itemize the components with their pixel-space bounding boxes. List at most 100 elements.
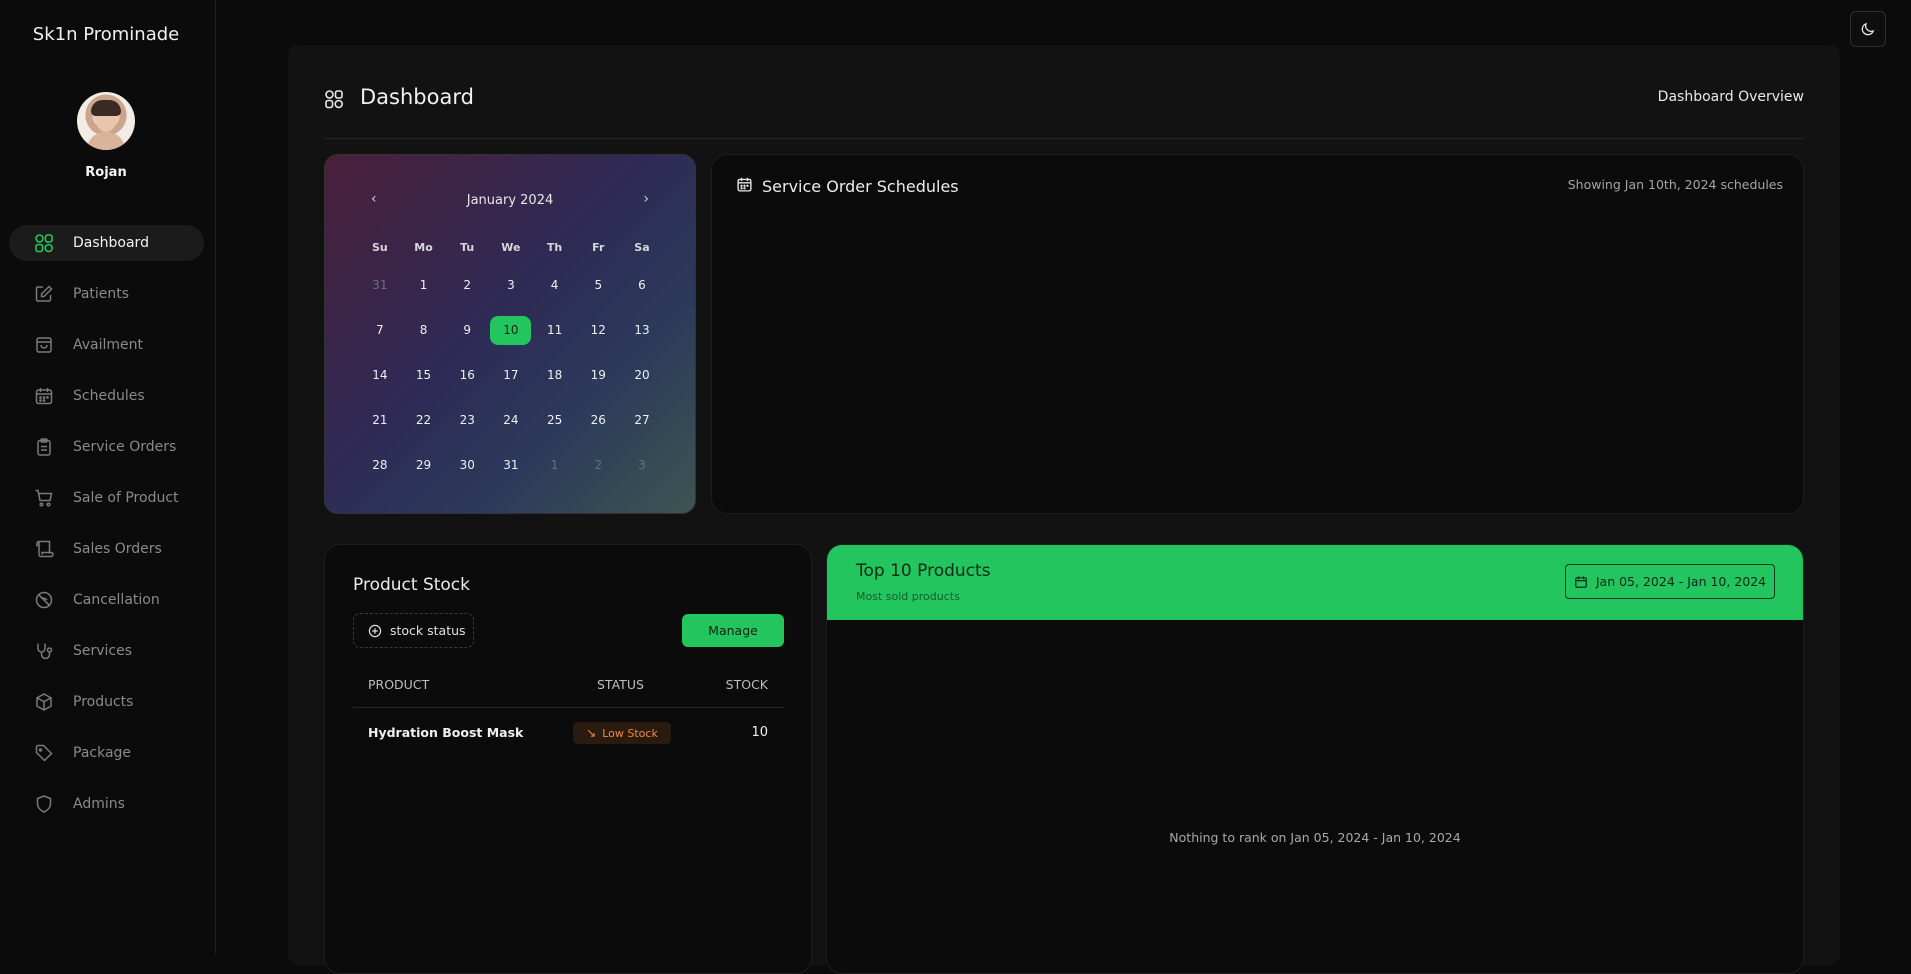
status-badge-label: Low Stock xyxy=(602,726,658,740)
calendar-day-label: 29 xyxy=(415,458,432,472)
sidebar-item-label: Admins xyxy=(73,796,125,812)
calendar-day-label: 3 xyxy=(638,458,646,472)
edit-icon xyxy=(35,285,53,302)
calendar-day[interactable]: 8 xyxy=(402,308,446,353)
calendar-day-label: 17 xyxy=(503,368,519,382)
calendar-day[interactable]: 23 xyxy=(445,398,489,443)
sidebar-item-services[interactable]: Services xyxy=(9,633,204,669)
stethoscope-icon xyxy=(37,643,53,660)
calendar-day[interactable]: 20 xyxy=(620,353,664,398)
empty-state-message: Nothing to rank on Jan 05, 2024 - Jan 10… xyxy=(1169,830,1461,845)
sidebar-item-admins[interactable]: Admins xyxy=(9,786,204,822)
calendar-day[interactable]: 1 xyxy=(533,443,577,488)
tag-icon xyxy=(35,744,53,762)
calendar-day[interactable]: 25 xyxy=(533,398,577,443)
top-products-title: Top 10 Products xyxy=(856,561,991,581)
sidebar-item-schedules[interactable]: Schedules xyxy=(9,378,204,414)
sidebar-item-label: Service Orders xyxy=(73,439,177,455)
dashboard-icon xyxy=(35,234,53,253)
calendar-day[interactable]: 4 xyxy=(533,263,577,308)
calendar-day[interactable]: 9 xyxy=(445,308,489,353)
sidebar-item-label: Sales Orders xyxy=(73,541,162,557)
column-header-product[interactable]: PRODUCT xyxy=(368,677,429,692)
column-header-stock[interactable]: STOCK xyxy=(726,677,768,692)
table-divider xyxy=(353,707,784,708)
calendar-day[interactable]: 3 xyxy=(620,443,664,488)
calendar-day[interactable]: 7 xyxy=(358,308,402,353)
calendar-day[interactable]: 12 xyxy=(576,308,620,353)
calendar-day[interactable]: 3 xyxy=(489,263,533,308)
calendar-day-label: 2 xyxy=(594,458,603,472)
calendar-day-selected[interactable]: 10 xyxy=(489,308,533,353)
box-icon xyxy=(36,693,52,711)
sidebar-item-patients[interactable]: Patients xyxy=(9,276,204,312)
main-panel: Dashboard Dashboard Overview ‹ January 2… xyxy=(288,45,1840,974)
calendar-day[interactable]: 31 xyxy=(489,443,533,488)
calendar-weekday: We xyxy=(501,241,521,254)
calendar-day[interactable]: 26 xyxy=(576,398,620,443)
dashboard-icon xyxy=(325,90,343,109)
calendar-day[interactable]: 22 xyxy=(402,398,446,443)
sidebar-item-label: Availment xyxy=(73,337,144,353)
column-header-status[interactable]: STATUS xyxy=(597,677,644,692)
calendar-day[interactable]: 2 xyxy=(445,263,489,308)
avatar[interactable] xyxy=(77,92,135,150)
sidebar-item-dashboard[interactable]: Dashboard xyxy=(9,225,204,261)
trend-down-icon: ↘ xyxy=(586,726,597,740)
calendar-day-label: 28 xyxy=(372,458,388,472)
shopping-bag-icon xyxy=(36,337,52,353)
calendar-day[interactable]: 27 xyxy=(620,398,664,443)
calendar-day[interactable]: 19 xyxy=(576,353,620,398)
calendar-weekday: Mo xyxy=(414,241,433,254)
calendar-day[interactable]: 24 xyxy=(489,398,533,443)
calendar-day[interactable]: 16 xyxy=(445,353,489,398)
calendar-day[interactable]: 21 xyxy=(358,398,402,443)
sidebar-item-service-orders[interactable]: Service Orders xyxy=(9,429,204,465)
calendar-day[interactable]: 15 xyxy=(402,353,446,398)
calendar-day-label: 23 xyxy=(459,413,475,427)
theme-toggle-button[interactable] xyxy=(1850,11,1886,47)
calendar-weekday: Fr xyxy=(592,241,605,254)
calendar-day-label: 18 xyxy=(546,368,563,382)
date-range-button[interactable]: Jan 05, 2024 - Jan 10, 2024 xyxy=(1565,564,1775,599)
calendar-day[interactable]: 11 xyxy=(533,308,577,353)
sidebar-item-cancellation[interactable]: Cancellation xyxy=(9,582,204,618)
calendar-day-label: 21 xyxy=(372,413,388,427)
calendar-day-label: 1 xyxy=(550,458,559,472)
sidebar-nav: Dashboard Patients Availment Schedules S… xyxy=(9,225,204,837)
calendar-day[interactable]: 1 xyxy=(402,263,446,308)
sidebar-item-sale-of-product[interactable]: Sale of Product xyxy=(9,480,204,516)
calendar-day[interactable]: 2 xyxy=(576,443,620,488)
calendar-weekday: Su xyxy=(371,241,388,254)
sidebar-item-label: Services xyxy=(73,643,133,659)
calendar-day[interactable]: 5 xyxy=(576,263,620,308)
calendar-day[interactable]: 18 xyxy=(533,353,577,398)
sidebar-item-package[interactable]: Package xyxy=(9,735,204,771)
calendar-icon xyxy=(737,177,752,192)
cart-icon xyxy=(35,489,53,507)
calendar-day[interactable]: 6 xyxy=(620,263,664,308)
clipboard-icon xyxy=(37,438,51,456)
calendar-day-label: 3 xyxy=(507,278,515,292)
calendar-day[interactable]: 14 xyxy=(358,353,402,398)
calendar-day[interactable]: 31 xyxy=(358,263,402,308)
calendar-day-label: 9 xyxy=(463,323,472,337)
manage-button[interactable]: Manage xyxy=(682,614,784,647)
calendar-day[interactable]: 29 xyxy=(402,443,446,488)
sidebar-item-products[interactable]: Products xyxy=(9,684,204,720)
shield-icon xyxy=(36,795,52,813)
calendar-day[interactable]: 30 xyxy=(445,443,489,488)
calendar-day[interactable]: 17 xyxy=(489,353,533,398)
sidebar-item-availment[interactable]: Availment xyxy=(9,327,204,363)
cancel-icon xyxy=(35,591,53,609)
calendar-grid: Su Mo Tu We Th Fr Sa 31 1 2 3 4 5 6 7 8 9 10 11 12 13 14 15 16 1… xyxy=(358,233,664,488)
calendar-day-label: 8 xyxy=(419,323,428,337)
calendar-icon xyxy=(1575,575,1587,588)
schedules-title: Service Order Schedules xyxy=(762,177,959,196)
calendar-day[interactable]: 13 xyxy=(620,308,664,353)
product-stock-card: Product Stock stock status Manage PRODUC… xyxy=(324,544,812,974)
sidebar-item-sales-orders[interactable]: Sales Orders xyxy=(9,531,204,567)
calendar-next-button[interactable]: › xyxy=(643,191,649,207)
stock-status-filter-button[interactable]: stock status xyxy=(353,613,474,648)
calendar-day[interactable]: 28 xyxy=(358,443,402,488)
